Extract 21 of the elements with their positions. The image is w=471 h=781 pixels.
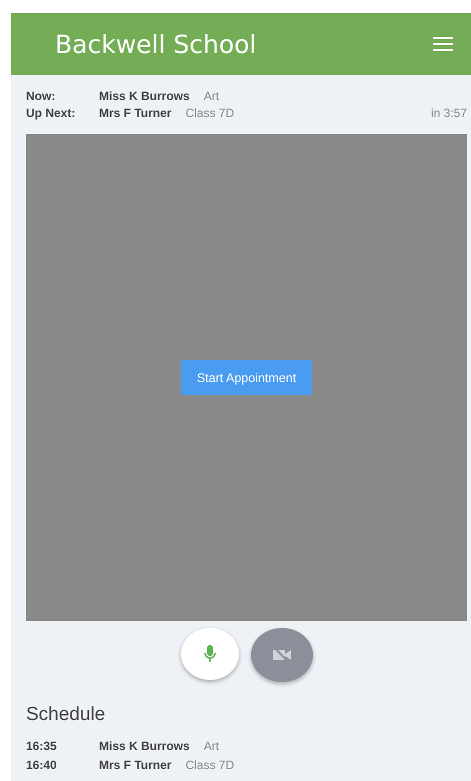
teacher-name: Miss K Burrows	[99, 89, 190, 103]
camera-button[interactable]	[251, 628, 313, 682]
microphone-button[interactable]	[181, 628, 239, 680]
start-appointment-button[interactable]: Start Appointment	[180, 360, 312, 395]
teacher-name: Mrs F Turner	[99, 758, 172, 772]
school-title: Backwell School	[55, 30, 256, 58]
subject-label: Class 7D	[185, 106, 234, 120]
appointment-time: 16:35	[26, 739, 58, 753]
appointment-time: 16:40	[26, 758, 58, 772]
subject-label: Class 7D	[185, 758, 234, 772]
camera-icon	[272, 647, 292, 663]
teacher-name: Miss K Burrows	[99, 739, 190, 753]
teacher-name: Mrs F Turner	[99, 106, 172, 120]
status-label: Up Next:	[26, 106, 76, 120]
subject-label: Art	[204, 739, 220, 753]
status-label: Now:	[26, 89, 56, 103]
menu-icon[interactable]	[433, 37, 453, 51]
microphone-icon	[204, 645, 216, 663]
countdown: in 3:57	[430, 106, 467, 120]
schedule-title: Schedule	[26, 704, 106, 726]
subject-label: Art	[204, 89, 220, 103]
